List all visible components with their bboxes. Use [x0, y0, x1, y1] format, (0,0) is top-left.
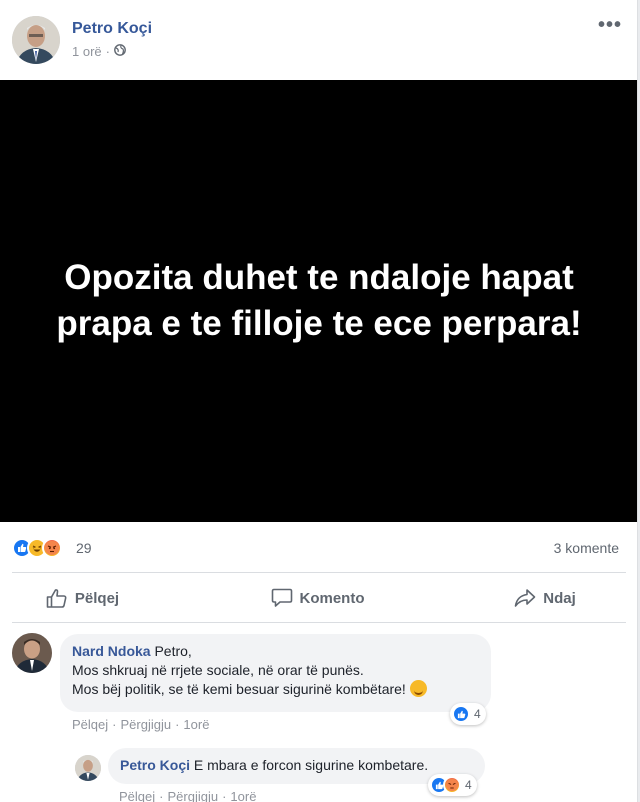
like-reaction-icon: [452, 705, 470, 723]
share-button[interactable]: Ndaj: [470, 576, 620, 620]
reply-like-link[interactable]: Pëlqej: [119, 789, 155, 802]
divider: [12, 572, 626, 573]
comment-icon: [271, 588, 293, 608]
comment-time[interactable]: 1orë: [183, 717, 209, 732]
reply-avatar[interactable]: [75, 755, 101, 781]
angry-reaction-icon: [42, 538, 62, 558]
comment-count[interactable]: 3 komente: [554, 540, 619, 556]
like-button[interactable]: Pëlqej: [0, 576, 165, 620]
comment-author[interactable]: Nard Ndoka: [72, 643, 151, 659]
post-time[interactable]: 1 orë: [72, 44, 102, 59]
reply-time[interactable]: 1orë: [230, 789, 256, 802]
comment-button-label: Komento: [299, 589, 365, 607]
comment-reaction-count: 4: [474, 707, 481, 721]
divider: [12, 622, 626, 623]
comment-actions: Pëlqej · Përgjigju · 1orë: [72, 717, 210, 732]
post-meta: 1 orë ·: [72, 44, 126, 59]
reply-reactions[interactable]: 4: [428, 774, 477, 796]
commenter-avatar[interactable]: [12, 633, 52, 673]
smiling-emoji-icon: [409, 680, 427, 697]
post-image-text: Opozita duhet te ndaloje hapat prapa e t…: [56, 258, 582, 343]
comment-reply-link[interactable]: Përgjigju: [120, 717, 171, 732]
reaction-icons[interactable]: [12, 538, 62, 558]
reactions-bar: 29 3 komente: [0, 530, 637, 564]
post-author[interactable]: Petro Koçi: [72, 20, 152, 38]
comment-reactions[interactable]: 4: [450, 703, 486, 725]
angry-reaction-icon: [443, 776, 461, 794]
more-horizontal-icon[interactable]: •••: [598, 14, 622, 37]
globe-icon[interactable]: [114, 44, 126, 59]
comment-text-line: Petro,: [154, 643, 192, 659]
comment-bubble: Nard Ndoka Petro, Mos shkruaj në rrjete …: [60, 634, 491, 712]
reply-reply-link[interactable]: Përgjigju: [167, 789, 218, 802]
post-image[interactable]: Opozita duhet te ndaloje hapat prapa e t…: [0, 80, 637, 522]
author-avatar[interactable]: [12, 16, 60, 64]
thumbs-up-icon: [46, 588, 68, 608]
post-card: Petro Koçi 1 orë · ••• Opozita duhet te …: [0, 0, 638, 802]
comment-button[interactable]: Komento: [165, 576, 470, 620]
comment-text-line: Mos bëj politik, se të kemi besuar sigur…: [72, 681, 406, 697]
post-header: Petro Koçi 1 orë · •••: [0, 0, 637, 80]
reply-text: E mbara e forcon sigurine kombetare.: [193, 757, 429, 773]
share-icon: [514, 588, 536, 608]
comment-like-link[interactable]: Pëlqej: [72, 717, 108, 732]
reply-author[interactable]: Petro Koçi: [120, 757, 190, 773]
post-actions: Pëlqej Komento Ndaj: [0, 576, 637, 620]
reply-actions: Pëlqej · Përgjigju · 1orë: [119, 789, 257, 802]
reaction-count[interactable]: 29: [76, 540, 92, 556]
comment-text-line: Mos shkruaj në rrjete sociale, në orar t…: [72, 662, 364, 678]
meta-separator: ·: [105, 44, 110, 59]
like-button-label: Pëlqej: [74, 589, 120, 607]
reply-reaction-count: 4: [465, 778, 472, 792]
share-button-label: Ndaj: [543, 589, 576, 607]
